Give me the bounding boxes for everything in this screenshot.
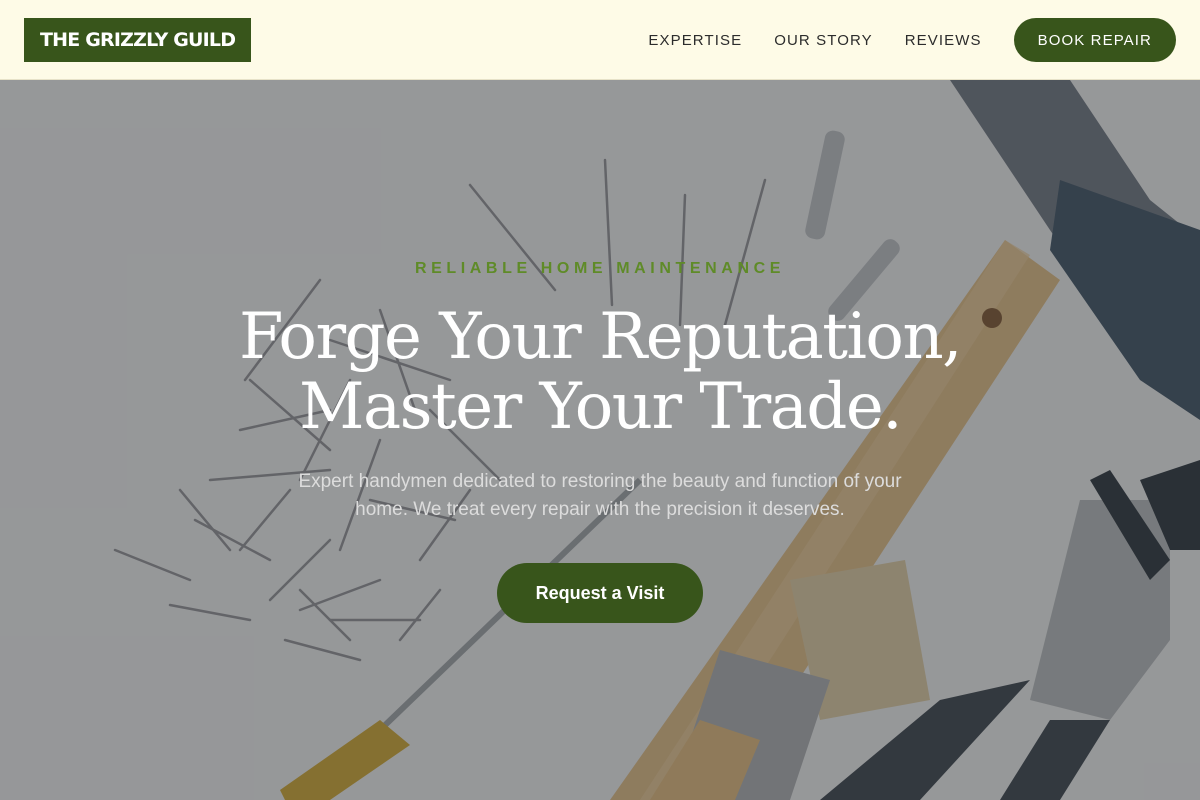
hero-headline-line-2: Master Your Trade.	[298, 370, 903, 444]
hero-eyebrow: RELIABLE HOME MAINTENANCE	[414, 260, 786, 277]
nav-link-reviews[interactable]: REVIEWS	[905, 32, 982, 49]
main-nav: EXPERTISE OUR STORY REVIEWS BOOK REPAIR	[648, 18, 1176, 62]
hero-section: RELIABLE HOME MAINTENANCE Forge Your Rep…	[0, 80, 1200, 800]
book-repair-button[interactable]: BOOK REPAIR	[1013, 18, 1176, 62]
nav-link-expertise[interactable]: EXPERTISE	[648, 32, 742, 49]
hero-content: RELIABLE HOME MAINTENANCE Forge Your Rep…	[0, 80, 1200, 800]
hero-headline-line-1: Forge Your Reputation,	[239, 300, 963, 374]
nav-link-our-story[interactable]: OUR STORY	[774, 32, 873, 49]
request-visit-button[interactable]: Request a Visit	[497, 563, 703, 623]
hero-subtext: Expert handymen dedicated to restoring t…	[298, 471, 902, 520]
hero-headline: Forge Your Reputation, Master Your Trade…	[100, 302, 1100, 442]
site-logo[interactable]: THE GRIZZLY GUILD	[24, 18, 252, 62]
site-header: THE GRIZZLY GUILD EXPERTISE OUR STORY RE…	[0, 0, 1200, 80]
